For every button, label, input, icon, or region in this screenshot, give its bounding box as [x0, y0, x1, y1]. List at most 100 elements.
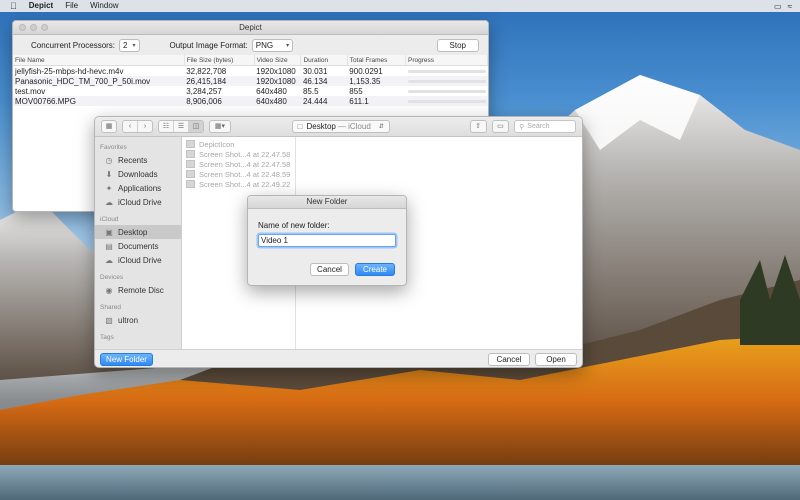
column-header[interactable]: File Size (bytes)	[184, 55, 255, 66]
cell-file-name: test.mov	[15, 86, 46, 96]
table-row[interactable]: Panasonic_HDC_TM_700_P_50i.mov 26,415,18…	[13, 76, 488, 86]
back-icon[interactable]: ‹	[123, 121, 138, 132]
zoom-button[interactable]	[41, 24, 48, 31]
sidebar-item-downloads[interactable]: ⬇ Downloads	[95, 167, 181, 181]
cell-duration: 24.444	[300, 96, 348, 106]
column-header[interactable]: Progress	[405, 55, 488, 66]
list-item[interactable]: Screen Shot...4 at 22.48.59	[182, 169, 295, 179]
file-name: Screen Shot...4 at 22.47.58	[199, 159, 291, 169]
table-row[interactable]: MOV00766.MPG 8,906,006 640x480 24.444 61…	[13, 96, 488, 106]
stop-button[interactable]: Stop	[436, 38, 479, 52]
depict-titlebar[interactable]: Depict	[13, 21, 488, 35]
menu-bar:  Depict File Window ▭ ≈	[0, 0, 800, 12]
sidebar-item-label: Downloads	[118, 169, 158, 179]
create-button[interactable]: Create	[355, 263, 395, 276]
minimize-button[interactable]	[30, 24, 37, 31]
depict-toolbar: Concurrent Processors: 2 ▾ Output Image F…	[13, 35, 488, 55]
folder-icon: □	[297, 122, 303, 131]
search-field[interactable]: ⚲ Search	[514, 120, 576, 133]
processors-popup[interactable]: 2 ▾	[119, 38, 140, 52]
chevron-down-icon: ▾	[286, 42, 290, 49]
file-icon	[186, 140, 195, 148]
cell-file-size: 26,415,184	[184, 76, 255, 86]
sidebar-item-icloud-drive-2[interactable]: ☁ iCloud Drive	[95, 253, 181, 267]
list-item[interactable]: DepictIcon	[182, 139, 295, 149]
folder-name-input[interactable]: Video 1	[258, 234, 396, 247]
progress-bar	[407, 89, 486, 93]
tag-icon: ▭	[497, 123, 504, 130]
sidebar-section-shared: Shared	[100, 304, 121, 311]
share-button[interactable]: ⇧	[469, 120, 487, 133]
sidebar-item-applications[interactable]: ✦ Applications	[95, 181, 181, 195]
image-file-icon	[186, 150, 195, 158]
grid-icon[interactable]: ▦▾	[210, 121, 230, 132]
disc-icon: ◉	[105, 285, 113, 295]
cell-total-frames: 1,153.35	[347, 76, 406, 86]
dialog-title: New Folder	[306, 197, 348, 206]
table-row[interactable]: jellyfish-25-mbps-hd-hevc.m4v 32,822,708…	[13, 66, 488, 77]
sidebar-section-tags: Tags	[100, 334, 114, 341]
panel-toolbar: ▦ ‹ › ☷ ☰ ◫ ▦▾ □ Desktop — iCloud ⇵ ⇧ ▭ …	[95, 117, 582, 137]
cell-progress	[406, 66, 488, 77]
sidebar-item-label: Applications	[118, 183, 162, 193]
column-header[interactable]: Video Size	[254, 55, 302, 66]
panel-sidebar: Favorites ◷ Recents ⬇ Downloads ✦ Applicati…	[95, 137, 182, 349]
cell-file-name: MOV00766.MPG	[13, 96, 185, 106]
column-header[interactable]: File Name	[13, 55, 185, 66]
sidebar-item-desktop[interactable]: ▣ Desktop	[95, 225, 181, 239]
wifi-icon[interactable]: ≈	[788, 2, 792, 11]
open-button[interactable]: Open	[535, 353, 577, 366]
list-item[interactable]: Screen Shot...4 at 22.49.22	[182, 179, 295, 189]
sidebar-item-recents[interactable]: ◷ Recents	[95, 153, 181, 167]
file-name: Screen Shot...4 at 22.49.22	[199, 179, 291, 189]
list-item[interactable]: Screen Shot...4 at 22.47.58	[182, 149, 295, 159]
new-folder-dialog: New Folder Name of new folder: Video 1 C…	[247, 195, 407, 286]
dialog-titlebar: New Folder	[248, 196, 406, 209]
applications-icon: ✦	[105, 183, 113, 193]
airplay-icon[interactable]: ▭	[774, 2, 782, 11]
tag-button[interactable]: ▭	[491, 120, 510, 133]
clock-icon: ◷	[105, 155, 113, 165]
forward-icon[interactable]: ›	[138, 121, 152, 132]
format-popup[interactable]: PNG ▾	[251, 38, 294, 52]
table-row[interactable]: test.mov 3,284,257 640x480 85.5 855	[13, 86, 488, 96]
dialog-cancel-button[interactable]: Cancel	[310, 263, 349, 276]
location-popup[interactable]: □ Desktop — iCloud ⇵	[292, 120, 390, 133]
sidebar-item-remote-disc[interactable]: ◉ Remote Disc	[95, 283, 181, 297]
cell-total-frames: 855	[349, 86, 363, 96]
cell-total-frames: 611.1	[347, 96, 406, 106]
group-popup[interactable]: ▦▾	[209, 120, 231, 133]
list-view-icon[interactable]: ☰	[174, 121, 189, 132]
column-header[interactable]: Duration	[300, 55, 348, 66]
menu-window[interactable]: Window	[84, 0, 124, 12]
new-folder-button[interactable]: New Folder	[100, 353, 153, 366]
cell-progress	[405, 76, 488, 86]
sidebar-item-documents[interactable]: ▤ Documents	[95, 239, 181, 253]
sidebar-item-label: iCloud Drive	[118, 255, 162, 265]
close-button[interactable]	[19, 24, 26, 31]
processors-label: Concurrent Processors:	[31, 40, 116, 50]
progress-bar	[407, 79, 486, 83]
image-file-icon	[186, 160, 195, 168]
sidebar-item-icloud-drive[interactable]: ☁ iCloud Drive	[95, 195, 181, 209]
table-header: File Name File Size (bytes) Video Size D…	[13, 55, 488, 66]
column-view-icon[interactable]: ◫	[189, 121, 203, 132]
sidebar-icon[interactable]: ▦	[102, 121, 116, 132]
processors-value: 2	[123, 40, 128, 50]
list-item[interactable]: Screen Shot...4 at 22.47.58	[182, 159, 295, 169]
sidebar-toggle[interactable]: ▦	[101, 120, 117, 133]
chevron-down-icon: ▾	[132, 42, 136, 49]
column-header[interactable]: Total Frames	[347, 55, 407, 66]
cancel-button[interactable]: Cancel	[488, 353, 530, 366]
cloud-icon: ☁	[105, 197, 113, 207]
window-controls	[19, 24, 48, 31]
apple-menu-icon[interactable]: 	[0, 0, 23, 12]
cell-file-size: 3,284,257	[186, 86, 222, 96]
cell-video-size: 640x480	[254, 96, 301, 106]
icon-view-icon[interactable]: ☷	[159, 121, 174, 132]
sidebar-item-ultron[interactable]: ▧ ultron	[95, 313, 181, 327]
menu-file[interactable]: File	[59, 0, 84, 12]
menu-app-name[interactable]: Depict	[23, 0, 59, 12]
chevron-updown-icon: ⇵	[378, 124, 384, 130]
cell-file-size: 32,822,708	[186, 66, 227, 76]
